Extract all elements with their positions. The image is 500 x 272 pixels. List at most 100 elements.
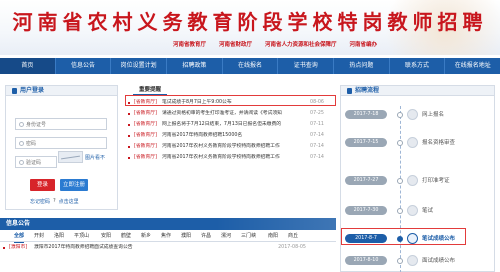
pen-icon xyxy=(407,205,418,216)
sub-link-hr-dept[interactable]: 河南省人力资源和社会保障厅 xyxy=(265,40,337,48)
news-title[interactable]: 河南省2017年特岗教师招聘15000名 xyxy=(162,131,282,141)
banner-sub-links: 河南省教育厅 河南省财政厅 河南省人力资源和社会保障厅 河南省编办 xyxy=(50,40,500,48)
bullet-icon xyxy=(128,124,130,126)
main-nav: 首页 信息公告 岗位设置计划 招聘政策 在线报名 证书查询 热点问题 联系方式 … xyxy=(0,58,500,74)
city-filter[interactable]: 鹤壁 xyxy=(121,230,131,242)
city-filter[interactable]: 洛阳 xyxy=(54,230,64,242)
process-step: 2017-8-10 面试成绩公布 xyxy=(341,254,496,268)
news-item[interactable]: [省教育厅] 请通过资格初审的考生打印准考证，并请阅读《考试须知》 07-25 xyxy=(125,109,336,119)
news-title[interactable]: 请通过资格初审的考生打印准考证，并请阅读《考试须知》 xyxy=(162,109,282,119)
user-icon xyxy=(19,122,24,127)
site-title: 河南省农村义务教育阶段学校特岗教师招聘 xyxy=(12,10,488,34)
process-title: 招聘流程 xyxy=(347,86,379,96)
sub-link-staffing-office[interactable]: 河南省编办 xyxy=(350,40,378,48)
info-title: 信息公告 xyxy=(6,220,31,227)
city-filter[interactable]: 漯河 xyxy=(221,230,231,242)
step-label[interactable]: 网上报名 xyxy=(422,108,444,122)
nav-announcements[interactable]: 信息公告 xyxy=(56,58,112,74)
timeline-node xyxy=(397,258,403,264)
password-field[interactable] xyxy=(15,137,107,149)
login-button[interactable]: 登录 xyxy=(30,179,55,191)
people-icon xyxy=(407,255,418,266)
city-filter[interactable]: 商丘 xyxy=(288,230,298,242)
captcha-field[interactable] xyxy=(15,156,104,168)
sub-link-edu-dept[interactable]: 河南省教育厅 xyxy=(173,40,206,48)
computer-icon xyxy=(407,109,418,120)
help-separator: ? xyxy=(53,198,56,204)
news-item[interactable]: [省教育厅] 河南省2017年农村义务教育阶段学校特岗教师招聘工作 07-14 xyxy=(125,153,336,163)
bullet-icon xyxy=(128,146,130,148)
bullet-icon xyxy=(128,157,130,159)
city-filter-all[interactable]: 全部 xyxy=(14,230,25,243)
city-filter[interactable]: 平顶山 xyxy=(74,230,89,242)
news-source: [省教育厅] xyxy=(134,155,157,160)
step-label[interactable]: 报名资格审查 xyxy=(422,136,455,150)
process-header: 招聘流程 xyxy=(340,85,495,96)
news-title[interactable]: 河南省2017年农村义务教育阶段学校特岗教师招聘工作 xyxy=(162,153,282,163)
news-date: 07-14 xyxy=(310,133,324,138)
timeline-node xyxy=(397,140,403,146)
nav-signup-address[interactable]: 在线报名地址 xyxy=(445,58,500,74)
sub-link-finance-dept[interactable]: 河南省财政厅 xyxy=(219,40,252,48)
info-source: [濮阳市] xyxy=(9,245,28,250)
nav-certificate-query[interactable]: 证书查询 xyxy=(278,58,335,74)
city-filter[interactable]: 三门峡 xyxy=(241,230,256,242)
news-item[interactable]: [省教育厅] 河南省2017年农村义务教育阶段学校特岗教师招聘工作 07-14 xyxy=(125,142,336,152)
news-item[interactable]: [省教育厅] 河南省2017年特岗教师招聘15000名 07-14 xyxy=(125,131,336,141)
step-label[interactable]: 笔试 xyxy=(422,204,433,218)
timeline-node xyxy=(397,112,403,118)
city-filter[interactable]: 新乡 xyxy=(141,230,151,242)
info-date: 2017-08-05 xyxy=(278,245,306,250)
bullet-icon xyxy=(128,113,130,115)
shield-icon xyxy=(19,160,24,165)
city-filter[interactable]: 开封 xyxy=(34,230,44,242)
header-banner: 河南省农村义务教育阶段学校特岗教师招聘 河南省教育厅 河南省财政厅 河南省人力资… xyxy=(0,0,500,55)
city-filter[interactable]: 许昌 xyxy=(201,230,211,242)
news-date: 07-25 xyxy=(310,111,324,116)
login-title: 用户登录 xyxy=(12,86,44,96)
refresh-captcha-link[interactable]: 图片看不 xyxy=(85,154,105,161)
nav-recruitment-policy[interactable]: 招聘政策 xyxy=(167,58,223,74)
password-input[interactable] xyxy=(26,139,104,148)
username-input[interactable] xyxy=(26,120,104,129)
timeline-node xyxy=(397,208,403,214)
news-source: [省教育厅] xyxy=(134,144,157,149)
header-decoration xyxy=(216,218,336,230)
news-item[interactable]: [省教育厅] 网上报名将于7月12日结束，7月13日已报名但未缴费的 07-11 xyxy=(125,120,336,130)
username-field[interactable] xyxy=(15,118,107,130)
news-date: 07-14 xyxy=(310,155,324,160)
highlight-annotation xyxy=(125,95,336,106)
info-item[interactable]: [濮阳市] 濮阳市2017年特岗教师招聘面试成绩查询公告 2017-08-05 xyxy=(0,243,336,253)
news-title[interactable]: 河南省2017年农村义务教育阶段学校特岗教师招聘工作 xyxy=(162,142,282,152)
find-back-link[interactable]: 点击这里 xyxy=(59,198,79,205)
login-help-links: 忘记密码 ? 点击这里 xyxy=(30,198,79,205)
process-step: 2017-7-15 报名资格审查 xyxy=(341,136,496,150)
news-source: [省教育厅] xyxy=(134,133,157,138)
info-title-text[interactable]: 濮阳市2017年特岗教师招聘面试成绩查询公告 xyxy=(34,243,133,253)
lock-icon xyxy=(19,141,24,146)
process-step: 2017-7-30 笔试 xyxy=(341,204,496,218)
nav-position-plan[interactable]: 岗位设置计划 xyxy=(111,58,168,74)
process-step: 2017-7-27 打印准考证 xyxy=(341,174,496,188)
step-date: 2017-7-18 xyxy=(345,110,387,119)
step-date: 2017-8-10 xyxy=(345,256,387,265)
city-filter-bar: 全部 开封 洛阳 平顶山 安阳 鹤壁 新乡 焦作 濮阳 许昌 漯河 三门峡 南阳… xyxy=(0,230,336,243)
highlight-annotation xyxy=(341,228,466,245)
step-label[interactable]: 面试成绩公布 xyxy=(422,254,455,268)
city-filter[interactable]: 南阳 xyxy=(268,230,278,242)
news-title[interactable]: 网上报名将于7月12日结束，7月13日已报名但未缴费的 xyxy=(162,120,282,130)
captcha-image[interactable] xyxy=(58,151,83,163)
city-filter[interactable]: 濮阳 xyxy=(181,230,191,242)
city-filter[interactable]: 焦作 xyxy=(161,230,171,242)
step-date: 2017-7-27 xyxy=(345,176,387,185)
register-button[interactable]: 立即注册 xyxy=(60,179,88,191)
nav-hot-questions[interactable]: 热点问题 xyxy=(334,58,390,74)
nav-contact[interactable]: 联系方式 xyxy=(390,58,446,74)
nav-home[interactable]: 首页 xyxy=(0,58,56,74)
forgot-password-link[interactable]: 忘记密码 xyxy=(30,198,50,205)
bullet-icon xyxy=(128,135,130,137)
city-filter[interactable]: 安阳 xyxy=(101,230,111,242)
nav-online-signup[interactable]: 在线报名 xyxy=(223,58,279,74)
step-label[interactable]: 打印准考证 xyxy=(422,174,450,188)
login-panel: 用户登录 xyxy=(5,85,118,210)
